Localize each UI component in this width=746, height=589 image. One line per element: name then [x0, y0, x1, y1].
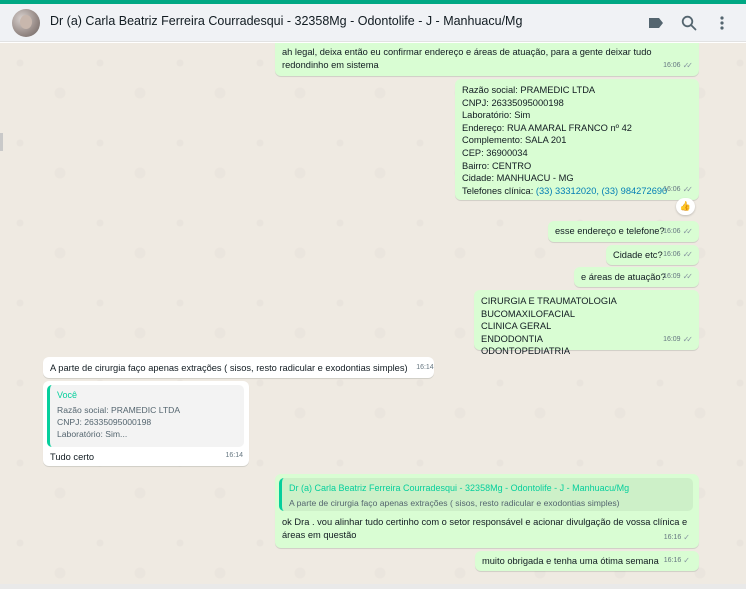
message-meta: 16:09 ✓✓	[663, 271, 693, 284]
message-meta: 16:06 ✓✓	[663, 60, 693, 73]
message-text: Cidade: MANHUACU - MG	[462, 173, 574, 184]
message-text: CNPJ: 26335095000198	[462, 97, 564, 108]
message-text: ENDODONTIA	[481, 333, 543, 344]
check-icon: ✓	[683, 533, 690, 543]
message-time: 16:09	[663, 273, 681, 281]
message-text: ok Dra . vou alinhar tudo certinho com o…	[282, 517, 688, 527]
message-text: Razão social: PRAMEDIC LTDA	[462, 85, 596, 95]
quoted-message[interactable]: Você Razão social: PRAMEDIC LTDA CNPJ: 2…	[47, 385, 244, 447]
quote-author: Dr (a) Carla Beatriz Ferreira Courradesq…	[289, 483, 630, 493]
quote-text: A parte de cirurgia faço apenas extraçõe…	[289, 497, 620, 508]
phone-link[interactable]: (33) 33312020, (33) 984272690	[536, 186, 667, 196]
message-time: 16:06	[663, 228, 681, 236]
quote-text: Razão social: PRAMEDIC LTDA	[57, 404, 181, 415]
message-text: Endereço: RUA AMARAL FRANCO nº 42	[462, 122, 632, 133]
message-time: 16:06	[663, 251, 681, 259]
check-icon: ✓	[683, 556, 690, 566]
message-incoming[interactable]: Você Razão social: PRAMEDIC LTDA CNPJ: 2…	[43, 381, 249, 466]
quote-text: Laboratório: Sim...	[57, 429, 128, 440]
double-check-icon: ✓✓	[682, 185, 694, 195]
message-meta: 16:06 ✓✓	[663, 184, 693, 197]
message-outgoing[interactable]: e áreas de atuação? 16:09 ✓✓	[574, 267, 699, 287]
quoted-message[interactable]: Dr (a) Carla Beatriz Ferreira Courradesq…	[279, 478, 693, 511]
message-text: CLINICA GERAL	[481, 321, 552, 332]
message-outgoing[interactable]: ah legal, deixa então eu confirmar ender…	[275, 43, 699, 76]
thumbs-up-reaction-icon[interactable]: 👍	[676, 198, 695, 215]
message-meta: 16:16 ✓	[664, 532, 693, 545]
double-check-icon: ✓✓	[682, 227, 694, 237]
label-icon[interactable]	[646, 13, 666, 33]
message-time: 16:16	[663, 534, 682, 542]
double-check-icon: ✓✓	[682, 250, 694, 260]
message-text: esse endereço e telefone?	[555, 226, 665, 236]
avatar[interactable]	[12, 9, 40, 37]
message-meta: 16:14	[416, 362, 434, 375]
phones-label: Telefones clínica:	[462, 185, 536, 196]
message-meta: 16:06 ✓✓	[663, 226, 693, 239]
message-outgoing[interactable]: Razão social: PRAMEDIC LTDA CNPJ: 263350…	[455, 79, 699, 200]
quote-text: CNPJ: 26335095000198	[57, 417, 152, 427]
message-outgoing[interactable]: esse endereço e telefone? 16:06 ✓✓	[548, 221, 699, 242]
message-outgoing[interactable]: muito obrigada e tenha uma ótima semana …	[475, 551, 699, 571]
double-check-icon: ✓✓	[682, 61, 694, 71]
bottom-strip	[0, 584, 746, 589]
message-time: 16:16	[663, 557, 682, 565]
message-text: A parte de cirurgia faço apenas extraçõe…	[50, 363, 408, 373]
message-text: CEP: 36900034	[462, 147, 528, 158]
search-icon[interactable]	[679, 13, 699, 33]
message-time: 16:09	[663, 336, 681, 344]
message-text: ah legal, deixa então eu confirmar ender…	[282, 47, 652, 57]
chat-header: Dr (a) Carla Beatriz Ferreira Courradesq…	[0, 4, 746, 42]
message-time: 16:06	[663, 62, 681, 70]
message-time: 16:14	[416, 364, 434, 371]
message-outgoing[interactable]: Cidade etc? 16:06 ✓✓	[606, 245, 699, 265]
message-time: 16:06	[663, 186, 681, 194]
message-text: CIRURGIA E TRAUMATOLOGIA BUCOMAXILOFACIA…	[481, 296, 617, 319]
quote-author: Você	[57, 390, 78, 400]
contact-name[interactable]: Dr (a) Carla Beatriz Ferreira Courradesq…	[50, 14, 522, 28]
message-time: 16:14	[225, 452, 243, 460]
message-text: ODONTOPEDIATRIA	[481, 346, 571, 357]
message-text: áreas em questão	[282, 529, 357, 540]
scroll-indicator	[0, 133, 3, 151]
message-outgoing[interactable]: Dr (a) Carla Beatriz Ferreira Courradesq…	[275, 474, 699, 548]
message-text: Tudo certo	[50, 452, 95, 462]
message-outgoing[interactable]: CIRURGIA E TRAUMATOLOGIA BUCOMAXILOFACIA…	[474, 290, 699, 356]
message-text: redondinho em sistema	[282, 59, 379, 70]
message-meta: 16:16 ✓	[664, 555, 693, 568]
message-meta: 16:06 ✓✓	[663, 249, 693, 262]
message-text: muito obrigada e tenha uma ótima semana	[482, 556, 659, 566]
message-incoming[interactable]: A parte de cirurgia faço apenas extraçõe…	[43, 357, 434, 378]
double-check-icon: ✓✓	[682, 272, 694, 282]
message-meta: 16:09 ✓✓	[663, 334, 693, 347]
message-meta: 16:14	[225, 450, 243, 463]
message-text: Laboratório: Sim	[462, 110, 531, 121]
message-text: Complemento: SALA 201	[462, 135, 567, 146]
double-check-icon: ✓✓	[682, 335, 694, 345]
message-text: Bairro: CENTRO	[462, 160, 532, 171]
menu-icon[interactable]	[712, 13, 732, 33]
message-text: Cidade etc?	[613, 250, 663, 260]
chat-messages-area[interactable]: ah legal, deixa então eu confirmar ender…	[0, 43, 746, 584]
message-text: e áreas de atuação?	[581, 272, 666, 282]
